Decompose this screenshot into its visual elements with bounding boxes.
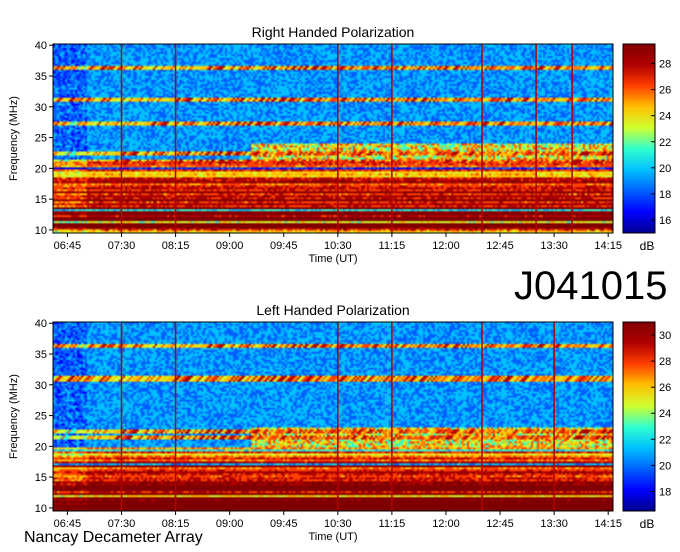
x-tick-label: 14:15 (594, 518, 622, 530)
colorbar-unit: dB (640, 239, 655, 253)
y-tick-label: 40 (35, 318, 47, 330)
x-tick-label: 13:30 (540, 518, 568, 530)
y-tick-label: 10 (35, 225, 47, 237)
colorbar-tick-label: 18 (659, 486, 671, 498)
y-tick-label: 15 (35, 472, 47, 484)
x-tick-label: 14:15 (594, 240, 622, 252)
y-tick-label: 30 (35, 380, 47, 392)
y-tick-label: 20 (35, 441, 47, 453)
x-tick-label: 09:45 (270, 518, 298, 530)
panel-title: Right Handed Polarization (252, 24, 415, 40)
colorbar-tick-label: 18 (659, 189, 671, 201)
colorbar-tick-label: 16 (659, 215, 671, 227)
x-axis-label: Time (UT) (308, 253, 357, 265)
y-tick-label: 15 (35, 194, 47, 206)
spectrogram-image (53, 44, 613, 233)
spectrogram-image (53, 322, 613, 511)
x-tick-label: 11:15 (379, 518, 406, 530)
y-tick-label: 25 (35, 411, 47, 423)
y-tick-label: 40 (35, 40, 47, 52)
observation-id: J041015 (514, 264, 668, 308)
y-tick-label: 35 (35, 349, 47, 361)
colorbar (622, 43, 656, 234)
colorbar-tick-label: 26 (659, 382, 671, 394)
colorbar-tick-label: 24 (659, 408, 671, 420)
site-name: Nancay Decameter Array (24, 529, 203, 546)
colorbar-tick-label: 22 (659, 137, 671, 149)
panel-title: Left Handed Polarization (256, 302, 409, 318)
y-axis-label: Frequency (MHz) (8, 374, 20, 459)
colorbar-tick-label: 30 (659, 330, 671, 342)
colorbar-tick-label: 22 (659, 434, 671, 446)
y-axis-label: Frequency (MHz) (8, 96, 20, 181)
x-tick-label: 07:30 (108, 240, 136, 252)
colorbar-tick-label: 24 (659, 111, 671, 123)
x-tick-label: 11:15 (379, 240, 406, 252)
x-tick-label: 10:30 (324, 240, 352, 252)
colorbar-tick-label: 26 (659, 85, 671, 97)
colorbar-tick-label: 28 (659, 59, 671, 71)
y-tick-label: 35 (35, 71, 47, 83)
x-tick-label: 12:45 (486, 240, 514, 252)
colorbar-unit: dB (640, 517, 655, 531)
x-tick-label: 12:00 (432, 518, 460, 530)
x-tick-label: 09:00 (216, 240, 244, 252)
x-axis-label: Time (UT) (308, 531, 357, 543)
y-tick-label: 30 (35, 102, 47, 114)
spectrogram-panel-1: Right Handed Polarization 10 15 20 25 30 35 40 F… (8, 24, 671, 265)
x-tick-label: 08:15 (162, 240, 190, 252)
colorbar-tick-label: 20 (659, 460, 671, 472)
x-tick-label: 09:45 (270, 240, 298, 252)
colorbar-tick-label: 28 (659, 356, 671, 368)
x-tick-label: 12:00 (432, 240, 460, 252)
y-tick-label: 20 (35, 163, 47, 175)
colorbar (622, 321, 656, 512)
x-tick-label: 12:45 (486, 518, 514, 530)
x-tick-label: 06:45 (54, 240, 82, 252)
x-tick-label: 10:30 (324, 518, 352, 530)
colorbar-tick-label: 20 (659, 163, 671, 175)
y-tick-label: 25 (35, 133, 47, 145)
spectrogram-panel-2: Left Handed Polarization 10 15 20 25 30 35 40 Fr… (8, 302, 671, 543)
x-tick-label: 13:30 (540, 240, 568, 252)
y-tick-label: 10 (35, 503, 47, 515)
x-tick-label: 09:00 (216, 518, 244, 530)
